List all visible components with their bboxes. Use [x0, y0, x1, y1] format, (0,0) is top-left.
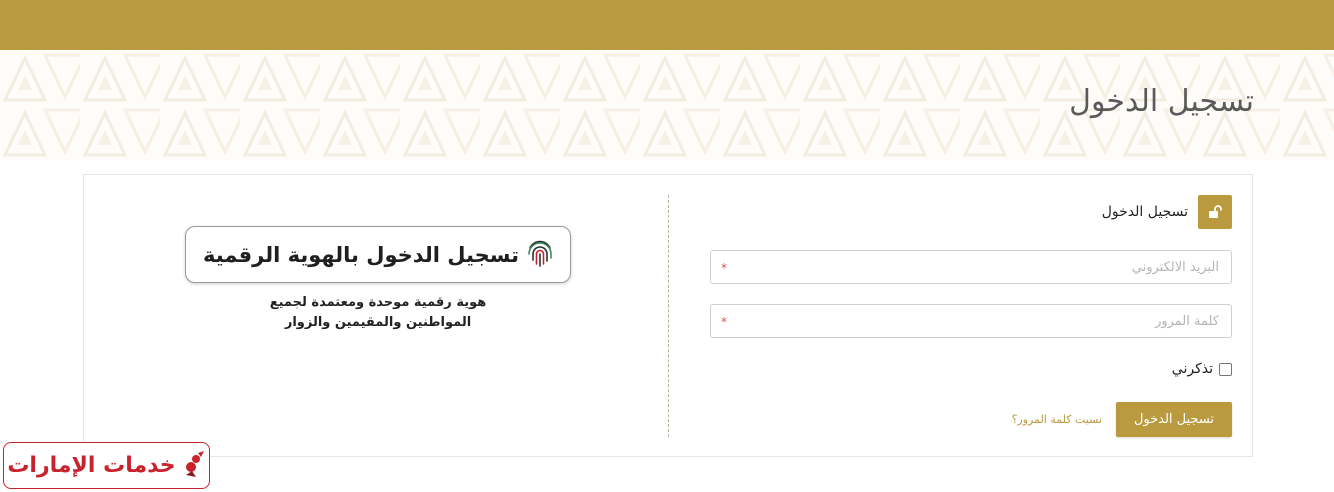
unlock-icon	[1198, 195, 1232, 229]
falcon-icon	[182, 449, 206, 483]
uae-pass-description: هوية رقمية موحدة ومعتمدة لجميع المواطنين…	[185, 293, 571, 333]
fingerprint-icon	[527, 238, 553, 272]
forgot-password-link[interactable]: نسيت كلمة المرور؟	[1012, 413, 1102, 426]
uae-services-logo[interactable]: خدمات الإمارات	[3, 442, 210, 489]
uae-pass-button-label: تسجيل الدخول بالهوية الرقمية	[203, 242, 519, 267]
email-input[interactable]	[711, 251, 1231, 283]
required-marker: *	[721, 315, 727, 329]
uae-pass-description-line2: المواطنين والمقيمين والزوار	[284, 315, 472, 330]
login-submit-button[interactable]: تسجيل الدخول	[1116, 402, 1232, 437]
required-marker: *	[721, 261, 727, 275]
uae-pass-description-line1: هوية رقمية موحدة ومعتمدة لجميع	[269, 295, 487, 310]
password-input[interactable]	[711, 305, 1231, 337]
section-divider	[668, 195, 669, 437]
password-field[interactable]: *	[710, 304, 1232, 338]
login-section-header: تسجيل الدخول	[1102, 195, 1232, 229]
uae-pass-login-button[interactable]: تسجيل الدخول بالهوية الرقمية	[185, 226, 571, 283]
remember-label: تذكرني	[1171, 361, 1213, 377]
uae-services-logo-text: خدمات الإمارات	[7, 453, 176, 478]
remember-checkbox[interactable]	[1219, 362, 1232, 376]
login-section-title: تسجيل الدخول	[1101, 204, 1188, 220]
login-card: تسجيل الدخول * * تذكرني تسجيل الدخول نسي…	[83, 174, 1253, 457]
email-field[interactable]: *	[710, 250, 1232, 284]
remember-me[interactable]: تذكرني	[1172, 361, 1232, 377]
top-header-bar	[0, 0, 1334, 50]
page-title: تسجيل الدخول	[1069, 84, 1254, 119]
